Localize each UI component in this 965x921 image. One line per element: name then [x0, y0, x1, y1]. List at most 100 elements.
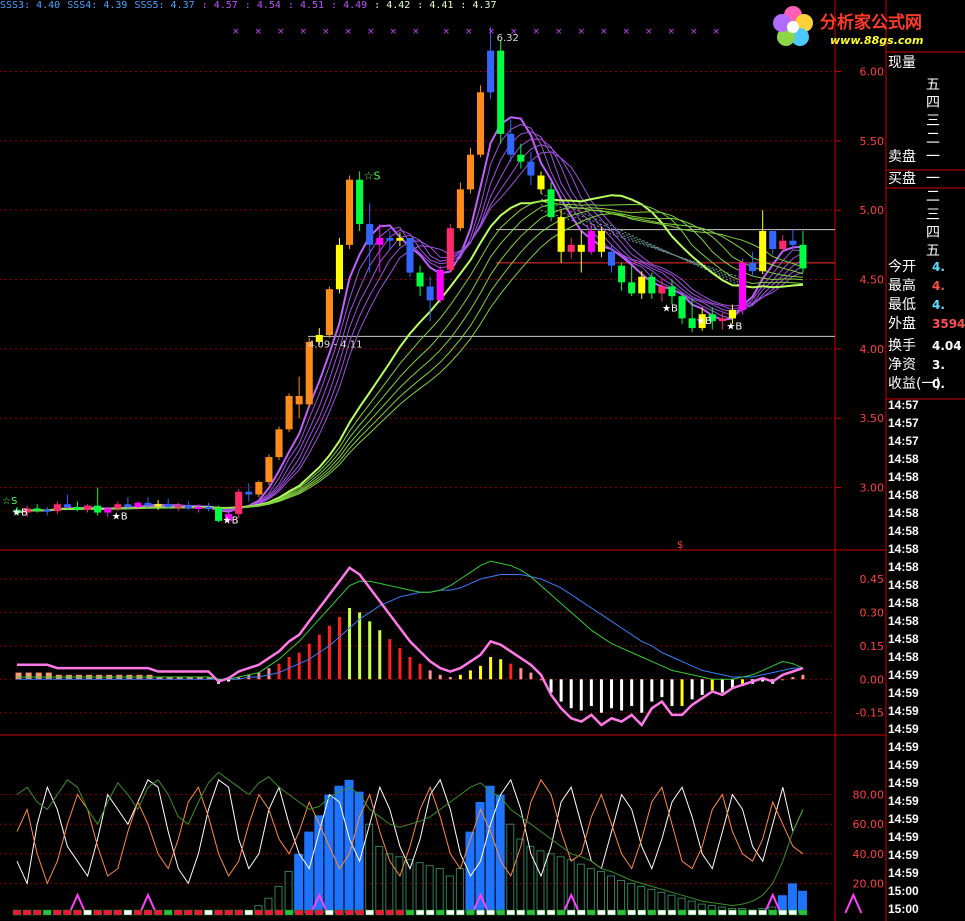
osc-baseline-marker: [486, 909, 495, 916]
indicator-value-0: SSS3: 4.40: [0, 0, 61, 11]
tick-time-18: 14:59: [888, 722, 919, 736]
candle-body: [396, 237, 404, 241]
osc-baseline-marker: [234, 909, 243, 916]
macd-hist-bar: [781, 679, 785, 681]
candle-body: [466, 154, 474, 190]
osc-line: [16, 778, 804, 886]
macd-hist-bar: [801, 674, 805, 680]
macd-hist-bar: [277, 663, 281, 680]
indicator-value-8: : 4.41: [417, 0, 454, 11]
osc-baseline-marker: [788, 909, 798, 916]
osc-baseline-marker: [798, 909, 808, 916]
candle-body: [366, 224, 374, 245]
price-tick-label: 4.00: [860, 343, 885, 356]
macd-hist-bar: [398, 648, 402, 680]
candle-body: [638, 276, 646, 294]
macd-hist-bar: [428, 670, 432, 680]
osc-baseline-marker: [556, 909, 566, 916]
osc-bar: [284, 871, 293, 914]
signal-cross: ×: [713, 27, 721, 37]
candle-body: [658, 286, 666, 294]
osc-bar: [415, 862, 424, 914]
macd-hist-bar: [317, 634, 321, 680]
osc-baseline-marker: [174, 909, 183, 916]
osc-baseline-marker: [566, 909, 576, 916]
candle-body: [668, 286, 676, 297]
candle-body: [275, 429, 283, 458]
osc-baseline-marker: [365, 909, 374, 916]
osc-baseline-marker: [758, 909, 767, 916]
osc-baseline-marker: [496, 909, 505, 916]
osc-baseline-marker: [738, 909, 747, 916]
macd-tick-label: 0.45: [860, 573, 885, 586]
signal-cross: ×: [645, 27, 653, 37]
signal-cross: ×: [668, 27, 676, 37]
candle-body: [567, 244, 575, 252]
candle-body: [557, 217, 565, 252]
candle-body: [789, 240, 797, 245]
osc-baseline-marker: [63, 909, 72, 916]
candle-body: [597, 230, 605, 252]
osc-bar: [445, 875, 454, 914]
osc-baseline-marker: [224, 909, 233, 916]
osc-baseline-marker: [597, 909, 606, 916]
logo-title: 分析家公式网: [820, 13, 922, 33]
tick-time-24: 14:59: [888, 830, 919, 844]
tick-time-9: 14:58: [888, 560, 919, 574]
macd-hist-bar: [529, 672, 533, 680]
osc-baseline-marker: [93, 909, 102, 916]
macd-hist-bar: [589, 679, 593, 707]
candle-body: [356, 179, 364, 225]
macd-pink-line: [17, 566, 804, 728]
macd-hist-bar: [559, 679, 563, 702]
macd-hist-bar: [35, 672, 42, 680]
candle-body: [255, 482, 263, 495]
macd-hist-bar: [267, 668, 271, 680]
candle-body: [204, 507, 213, 510]
candle-body: [285, 396, 293, 430]
tick-time-13: 14:58: [888, 632, 919, 646]
osc-baseline-marker: [778, 909, 788, 916]
macd-hist-bar: [348, 607, 352, 680]
buy-signal: ★B: [662, 303, 678, 314]
indicator-value-9: : 4.37: [460, 0, 497, 11]
osc-baseline-marker: [294, 909, 304, 916]
tick-time-12: 14:58: [888, 614, 919, 628]
osc-baseline-marker: [456, 909, 465, 916]
sell-level-2: 二: [926, 131, 940, 147]
osc-bar: [294, 853, 304, 913]
osc-baseline-marker: [22, 909, 32, 916]
osc-baseline-marker: [748, 909, 757, 916]
macd-hist-bar: [45, 672, 52, 680]
candle-body: [215, 508, 223, 521]
osc-baseline-marker: [526, 909, 536, 916]
osc-baseline-marker: [415, 909, 425, 916]
osc-bar: [435, 868, 444, 914]
tick-time-2: 14:57: [888, 434, 919, 448]
osc-baseline-marker: [73, 909, 82, 916]
candle-body: [547, 189, 555, 218]
osc-bar: [637, 885, 646, 914]
candle-body: [305, 341, 313, 405]
sell-level-1: 一: [926, 149, 940, 165]
macd-hist-bar: [650, 679, 654, 702]
osc-bar: [365, 823, 374, 914]
osc-bar: [617, 879, 626, 914]
osc-baseline-marker: [667, 909, 677, 916]
osc-bar: [395, 856, 404, 914]
macd-tick-label: -0.15: [856, 707, 884, 720]
stat-value-6: 0.: [932, 377, 945, 391]
tick-time-28: 15:00: [888, 902, 919, 916]
candle-body: [124, 504, 132, 508]
signal-cross: ×: [510, 27, 518, 37]
macd-hist-bar: [519, 668, 523, 680]
macd-hist-bar: [468, 670, 472, 680]
signal-cross: ×: [300, 27, 308, 37]
indicator-value-3: : 4.57: [201, 0, 238, 11]
stat-value-3: 3594: [932, 317, 965, 331]
macd-hist-bar: [418, 663, 422, 680]
osc-baseline-marker: [103, 909, 112, 916]
candle-body: [618, 265, 626, 283]
osc-baseline-marker: [345, 909, 354, 916]
osc-baseline-marker: [446, 909, 455, 916]
